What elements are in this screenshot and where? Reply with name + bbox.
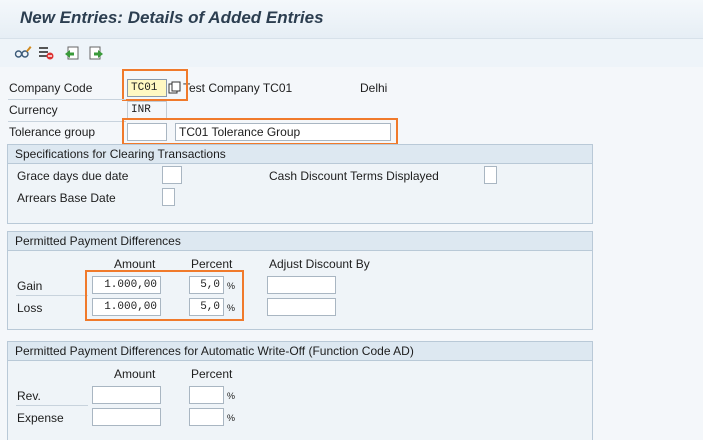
next-entry-icon[interactable] (87, 44, 105, 62)
payment-diff-group-title: Permitted Payment Differences (15, 234, 181, 248)
group-header: Specifications for Clearing Transactions (8, 145, 592, 164)
write-off-group: Permitted Payment Differences for Automa… (7, 341, 593, 440)
expense-label: Expense (17, 411, 64, 425)
separator-line (16, 405, 88, 406)
clearing-transactions-group: Specifications for Clearing Transactions… (7, 144, 593, 224)
separator-line (16, 295, 88, 296)
currency-field: INR (127, 101, 167, 119)
loss-label: Loss (17, 301, 43, 315)
tolerance-group-label: Tolerance group (9, 125, 96, 139)
adjust-discount-column-header: Adjust Discount By (269, 257, 370, 271)
percent-column-header: Percent (191, 257, 233, 271)
company-city: Delhi (360, 81, 388, 95)
glasses-icon[interactable] (14, 44, 32, 62)
application-toolbar (0, 38, 703, 68)
rev-percent-field[interactable] (189, 386, 224, 404)
rev-label: Rev. (17, 389, 41, 403)
amount-column-header: Amount (114, 257, 156, 271)
content-area: Company Code TC01 Test Company TC01 Delh… (0, 67, 703, 440)
undo-icon[interactable] (63, 44, 81, 62)
highlight-tolerance-group (122, 118, 398, 145)
highlight-company-code (122, 69, 188, 101)
clearing-group-title: Specifications for Clearing Transactions (15, 147, 226, 161)
page-title: New Entries: Details of Added Entries (20, 8, 324, 27)
grace-days-label: Grace days due date (17, 169, 129, 183)
cash-discount-checkbox[interactable] (484, 166, 497, 184)
separator-line (8, 99, 126, 100)
expense-amount-field[interactable] (92, 408, 161, 426)
delete-row-icon[interactable] (37, 44, 55, 62)
currency-label: Currency (9, 103, 58, 117)
expense-percent-symbol: % (227, 413, 236, 423)
gain-label: Gain (17, 279, 43, 293)
loss-adjust-discount-field[interactable] (267, 298, 336, 316)
arrears-base-date-checkbox[interactable] (162, 188, 175, 206)
writeoff-percent-column-header: Percent (191, 367, 233, 381)
writeoff-amount-column-header: Amount (114, 367, 156, 381)
expense-percent-field[interactable] (189, 408, 224, 426)
cash-discount-label: Cash Discount Terms Displayed (269, 169, 439, 183)
write-off-group-title: Permitted Payment Differences for Automa… (15, 344, 414, 358)
company-name: Test Company TC01 (183, 81, 293, 95)
highlight-payment-differences (85, 270, 244, 321)
grace-days-field[interactable] (162, 166, 182, 184)
rev-amount-field[interactable] (92, 386, 161, 404)
separator-line (8, 121, 126, 122)
title-bar: New Entries: Details of Added Entries (0, 0, 703, 38)
arrears-base-date-label: Arrears Base Date (17, 191, 116, 205)
group-header: Permitted Payment Differences for Automa… (8, 342, 592, 361)
payment-differences-group: Permitted Payment Differences Amount Per… (7, 231, 593, 330)
group-header: Permitted Payment Differences (8, 232, 592, 251)
gain-adjust-discount-field[interactable] (267, 276, 336, 294)
company-code-label: Company Code (9, 81, 93, 95)
rev-percent-symbol: % (227, 391, 236, 401)
